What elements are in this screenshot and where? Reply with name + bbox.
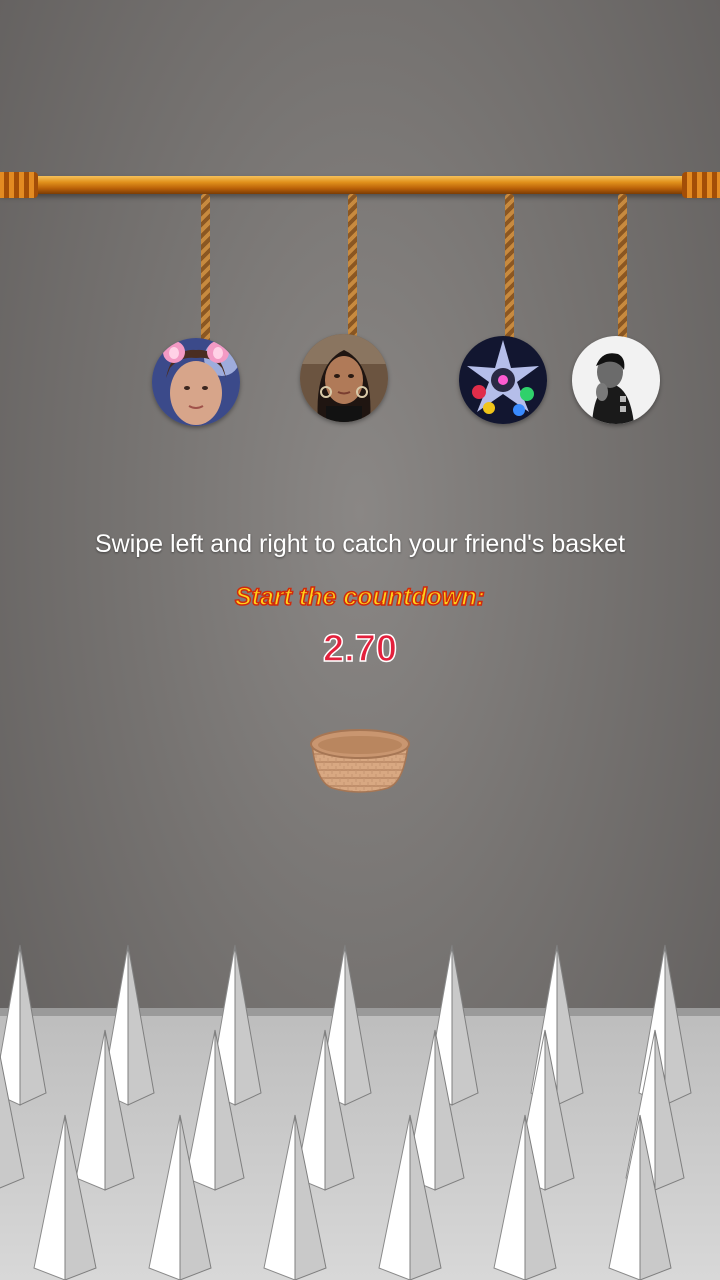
instruction-text: Swipe left and right to catch your frien… (94, 530, 626, 558)
friend-avatar-3 (459, 336, 547, 424)
spike-floor (0, 944, 720, 1280)
countdown-value: 2.70 (322, 627, 397, 671)
game-scene[interactable]: Swipe left and right to catch your frien… (0, 0, 720, 1280)
bar-left-cap (0, 172, 38, 198)
hanging-bar (0, 176, 720, 194)
rope-4 (618, 194, 627, 342)
rope-1 (201, 194, 210, 344)
friend-avatar-4 (572, 336, 660, 424)
basket-icon[interactable] (308, 726, 412, 794)
rope-2 (348, 194, 357, 339)
countdown-label: Start the countdown: (234, 582, 485, 612)
friend-avatar-2 (300, 334, 388, 422)
black-and-white-portrait-icon (572, 336, 660, 424)
woman-portrait-icon (300, 334, 388, 422)
bar-right-cap (682, 172, 720, 198)
friend-avatar-1 (152, 338, 240, 426)
colorful-character-portrait-icon (459, 336, 547, 424)
bunny-ears-filter-portrait-icon (152, 338, 240, 426)
rope-3 (505, 194, 514, 342)
